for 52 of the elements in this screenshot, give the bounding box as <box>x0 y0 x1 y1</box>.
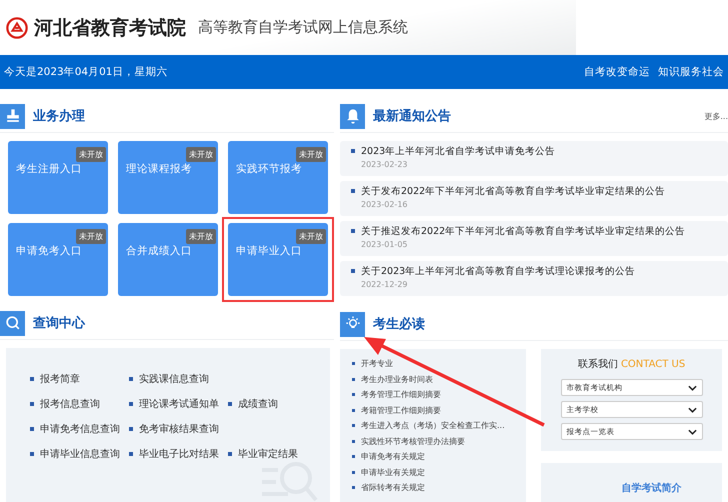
lightbulb-icon <box>340 312 365 336</box>
query-link[interactable]: 成绩查询 <box>228 397 327 422</box>
date-text: 今天是2023年04月01日，星期六 <box>4 65 168 79</box>
notice-date: 2023-01-05 <box>361 240 408 249</box>
bell-icon <box>340 104 365 128</box>
guide-link[interactable]: 申请毕业有关规定 <box>352 466 526 480</box>
query-link[interactable]: 实践课信息查询 <box>129 372 228 397</box>
query-link[interactable]: 免考审核结果查询 <box>129 422 228 447</box>
query-link[interactable]: 毕业审定结果 <box>228 447 327 472</box>
section-title: 业务办理 <box>33 108 85 125</box>
notice-link[interactable]: 关于推迟发布2022年下半年河北省高等教育自学考试毕业审定结果的公告 <box>351 225 728 238</box>
query-link[interactable]: 理论课考试通知单 <box>129 397 228 422</box>
contact-title-en: CONTACT US <box>620 359 686 370</box>
guide-link[interactable]: 实践性环节考核管理办法摘要 <box>352 434 526 449</box>
notice-link[interactable]: 关于发布2022年下半年河北省高等教育自学考试毕业审定结果的公告 <box>351 185 728 198</box>
more-link[interactable]: 更多... <box>704 110 728 122</box>
contact-title: 联系我们 <box>578 359 618 370</box>
guide-link[interactable]: 申请免考有关规定 <box>352 450 526 464</box>
slogan-link[interactable]: 知识服务社会 <box>658 65 724 79</box>
chevron-icon <box>688 406 696 412</box>
intro-title[interactable]: 自学考试简介 <box>622 481 682 495</box>
query-link[interactable]: 报考信息查询 <box>30 397 129 422</box>
guide-link[interactable]: 考生办理业务时间表 <box>352 372 526 387</box>
status-badge: 未开放 <box>296 229 326 244</box>
notice-link[interactable]: 2023年上半年河北省自学考试申请免考公告 <box>351 145 728 158</box>
notice-date: 2023-02-16 <box>361 200 408 209</box>
query-link[interactable]: 申请毕业信息查询 <box>30 447 129 472</box>
chevron-icon <box>688 384 696 390</box>
chevron-icon <box>688 428 696 434</box>
guide-link[interactable]: 考生进入考点（考场）安全检查工作实... <box>352 419 526 434</box>
status-badge: 未开放 <box>186 147 216 162</box>
status-badge: 未开放 <box>76 147 106 162</box>
section-title: 查询中心 <box>33 314 85 332</box>
section-title: 最新通知公告 <box>373 108 451 125</box>
guide-link[interactable]: 考务管理工作细则摘要 <box>352 388 526 402</box>
query-link[interactable]: 申请免考信息查询 <box>30 422 129 447</box>
section-title: 考生必读 <box>373 316 425 333</box>
notice-date: 2023-02-23 <box>361 160 408 169</box>
query-link[interactable]: 毕业电子比对结果 <box>129 447 228 472</box>
guide-link[interactable]: 考籍管理工作细则摘要 <box>352 404 526 418</box>
system-name: 高等教育自学考试网上信息系统 <box>198 18 408 37</box>
status-badge: 未开放 <box>186 229 216 244</box>
slogan-link[interactable]: 自考改变命运 <box>584 65 650 79</box>
guide-link[interactable]: 开考专业 <box>352 357 526 372</box>
notice-link[interactable]: 关于2023年上半年河北省高等教育自学考试理论课报考的公告 <box>351 265 728 278</box>
logo-icon <box>6 16 28 38</box>
status-badge: 未开放 <box>76 229 106 244</box>
status-badge: 未开放 <box>296 147 326 162</box>
notice-date: 2022-12-29 <box>361 280 408 289</box>
query-link[interactable]: 报考简章 <box>30 372 129 397</box>
org-name: 河北省教育考试院 <box>34 16 186 40</box>
guide-link[interactable]: 省际转考有关规定 <box>352 481 526 496</box>
